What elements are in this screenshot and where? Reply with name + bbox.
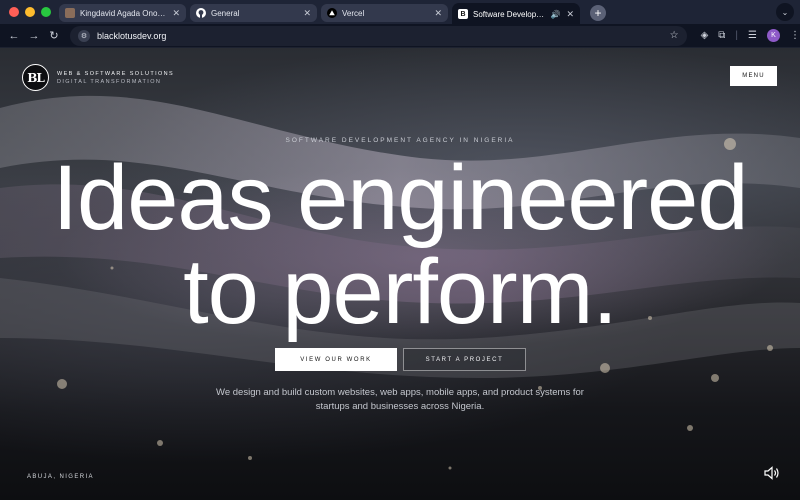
brand-tagline: WEB & SOFTWARE SOLUTIONS DIGITAL TRANSFO… <box>57 70 174 86</box>
speaker-icon[interactable]: 🔊 <box>550 10 560 19</box>
minimize-window-button[interactable] <box>25 7 35 17</box>
close-tab-icon[interactable]: ✕ <box>434 8 442 19</box>
back-icon[interactable]: ← <box>4 30 24 42</box>
extensions-area: ◈ ⧉ | ☰ K ⋮ <box>701 29 800 42</box>
extension-icon[interactable]: ◈ <box>701 30 709 41</box>
forward-icon[interactable]: → <box>24 30 44 42</box>
reload-icon[interactable]: ↻ <box>44 29 64 42</box>
description-line-2: startups and businesses across Nigeria. <box>315 401 485 412</box>
profile-avatar[interactable]: K <box>766 29 780 42</box>
chevron-down-icon[interactable]: ⌄ <box>776 3 794 21</box>
browser-tab-software-development[interactable]: B Software Development Ag 🔊 ✕ <box>452 3 580 25</box>
description-line-1: We design and build custom websites, web… <box>216 387 584 398</box>
profile-photo-icon <box>65 8 75 18</box>
window-controls <box>0 7 59 17</box>
close-tab-icon[interactable]: ✕ <box>303 8 311 19</box>
logo-mark: BL <box>22 64 49 91</box>
browser-tab-bar: Kingdavid Agada Onoja | Soft ✕ General ✕… <box>0 0 800 25</box>
browser-tab-vercel[interactable]: Vercel ✕ <box>321 4 448 22</box>
tab-title: Kingdavid Agada Onoja | Soft <box>80 8 166 18</box>
close-tab-icon[interactable]: ✕ <box>566 9 574 20</box>
tab-title: General <box>211 8 240 18</box>
headline-line-1: Ideas engineered <box>52 147 748 249</box>
view-our-work-button[interactable]: VIEW OUR WORK <box>275 348 397 371</box>
maximize-window-button[interactable] <box>41 7 51 17</box>
tab-title: Vercel <box>342 8 365 18</box>
brand-logo-link[interactable]: BL WEB & SOFTWARE SOLUTIONS DIGITAL TRAN… <box>22 64 174 91</box>
toolbar-divider: | <box>735 30 739 41</box>
site-info-icon[interactable]: ⚙ <box>77 29 90 42</box>
tab-strip: Kingdavid Agada Onoja | Soft ✕ General ✕… <box>59 0 606 25</box>
brand-line-1: WEB & SOFTWARE SOLUTIONS <box>57 70 175 77</box>
new-tab-button[interactable]: + <box>590 5 606 21</box>
kebab-menu-icon[interactable]: ⋮ <box>790 30 800 41</box>
github-icon <box>196 8 206 18</box>
eyebrow-text: SOFTWARE DEVELOPMENT AGENCY IN NIGERIA <box>285 137 515 144</box>
hero-section: BL WEB & SOFTWARE SOLUTIONS DIGITAL TRAN… <box>0 48 800 500</box>
tab-title: Software Development Ag <box>473 9 546 19</box>
headline-line-2: to perform. <box>183 241 618 343</box>
browser-tab-kingdavid[interactable]: Kingdavid Agada Onoja | Soft ✕ <box>59 4 186 22</box>
start-a-project-button[interactable]: START A PROJECT <box>403 348 526 371</box>
hero-description: We design and build custom websites, web… <box>0 386 800 414</box>
puzzle-icon[interactable]: ⧉ <box>718 30 725 41</box>
location-label: ABUJA, NIGERIA <box>27 474 94 480</box>
close-tab-icon[interactable]: ✕ <box>172 8 180 19</box>
site-icon: B <box>458 9 468 19</box>
close-window-button[interactable] <box>9 7 19 17</box>
address-bar[interactable]: ⚙ blacklotusdev.org ☆ <box>69 25 687 46</box>
menu-button[interactable]: MENU <box>730 66 777 86</box>
bookmark-star-icon[interactable]: ☆ <box>670 30 679 41</box>
reading-list-icon[interactable]: ☰ <box>748 30 757 41</box>
speaker-icon[interactable] <box>764 466 780 480</box>
brand-line-2: DIGITAL TRANSFORMATION <box>57 78 162 85</box>
browser-toolbar: ← → ↻ ⚙ blacklotusdev.org ☆ ◈ ⧉ | ☰ K ⋮ <box>0 24 800 48</box>
browser-tab-general[interactable]: General ✕ <box>190 4 317 22</box>
url-text[interactable]: blacklotusdev.org <box>97 31 670 41</box>
vercel-icon <box>327 8 337 18</box>
